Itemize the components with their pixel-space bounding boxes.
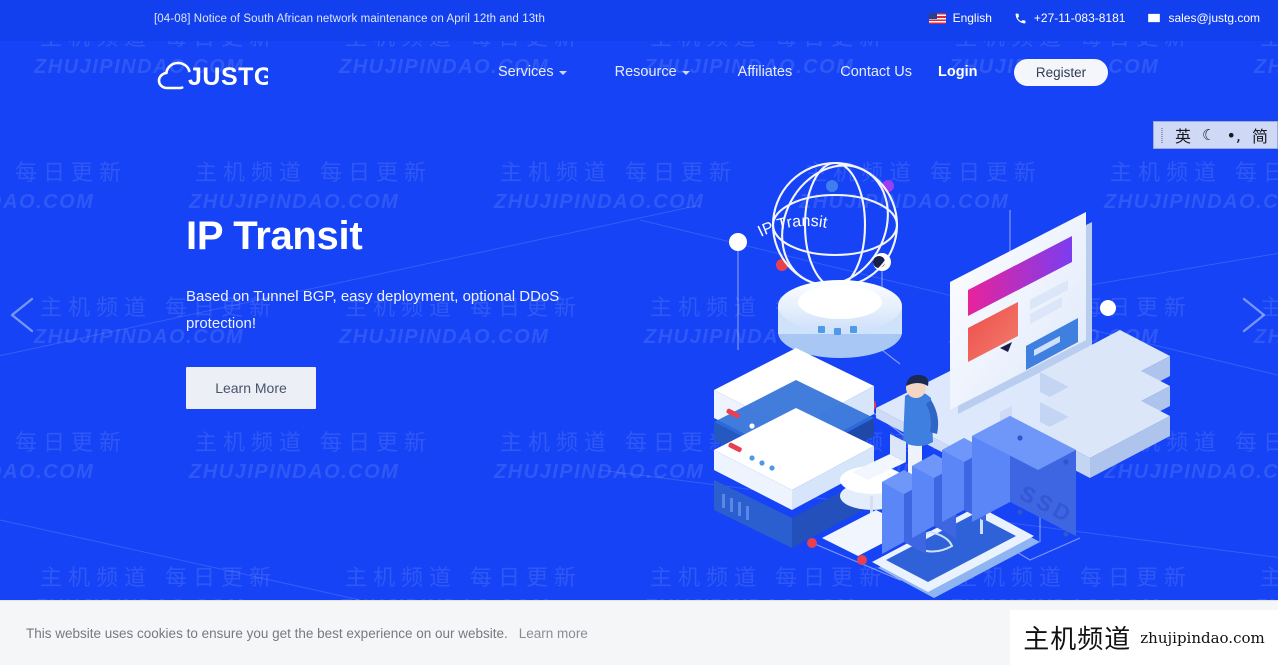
nav-item-affiliates[interactable]: Affiliates — [714, 64, 817, 80]
chevron-down-icon — [681, 71, 690, 75]
nav-menu: Services Resource Affiliates Contact Us — [498, 64, 936, 80]
nav-item-contact-us[interactable]: Contact Us — [816, 64, 936, 80]
watermark-en: ZHUJIPINDAO.COM — [0, 191, 95, 213]
phone-number: +27-11-083-8181 — [1033, 11, 1126, 25]
ime-script-button[interactable]: 简 — [1252, 123, 1268, 147]
watermark-en: ZHUJIPINDAO.COM — [494, 461, 705, 483]
ime-punctuation-button[interactable]: •, — [1226, 126, 1241, 145]
carousel-prev-button[interactable] — [2, 291, 48, 339]
phone-icon — [1014, 12, 1027, 25]
watermark-cn: 主机频道 每日更新 — [345, 566, 582, 591]
page-root: 主机频道 每日更新 ZHUJIPINDAO.COM 主机频道 每日更新 ZHUJIPI… — [0, 0, 1278, 665]
cloud-icon: JUSTG — [157, 61, 273, 91]
nav-item-resource[interactable]: Resource — [591, 64, 714, 80]
cookie-message: This website uses cookies to ensure you … — [26, 625, 508, 641]
email-contact[interactable]: sales@justg.com — [1147, 11, 1260, 25]
svg-text:JUSTG: JUSTG — [188, 63, 268, 91]
announcement-link[interactable]: [04-08] Notice of South African network … — [154, 13, 545, 25]
badge-en-text: zhujipindao.com — [1140, 628, 1265, 647]
watermark-cn: 主机频道 每日更新 — [0, 161, 127, 186]
watermark-en: ZHUJIPINDAO.COM — [189, 191, 400, 213]
main-navigation: JUSTG Services Resource Affiliates Conta… — [0, 41, 1278, 107]
hero-subtitle: Based on Tunnel BGP, easy deployment, op… — [186, 288, 560, 332]
svg-text:IP Transit: IP Transit — [755, 213, 829, 241]
moon-icon[interactable]: ☾ — [1202, 126, 1215, 144]
nav-label: Services — [498, 64, 554, 80]
watermark-en: ZHUJIPINDAO.COM — [189, 461, 400, 483]
announcement-bar: [04-08] Notice of South African network … — [0, 0, 1278, 41]
email-address: sales@justg.com — [1168, 11, 1260, 25]
language-selector[interactable]: English — [928, 11, 992, 25]
watermark-en: ZHUJIPINDAO.COM — [0, 461, 95, 483]
us-flag-icon — [928, 12, 946, 24]
watermark-cn: 主机频道 每日更新 — [195, 431, 432, 456]
nav-label: Affiliates — [737, 64, 793, 80]
ime-mode-button[interactable]: 英 — [1175, 123, 1191, 147]
carousel-next-button[interactable] — [1228, 291, 1274, 339]
hero-illustration: IP Transit SSD — [714, 161, 1170, 598]
hero-title: IP Transit — [186, 214, 363, 258]
ime-drag-handle[interactable] — [1160, 127, 1163, 143]
watermark-cn: 主机频道 每日更新 — [1260, 566, 1278, 591]
nav-label: Resource — [614, 64, 677, 80]
watermark-cn: 主机频道 每日更新 — [195, 161, 432, 186]
watermark-cn: 主机频道 每日更新 — [0, 431, 127, 456]
site-watermark-badge: 主机频道 zhujipindao.com — [1010, 610, 1278, 665]
chevron-right-icon — [1242, 297, 1266, 333]
topbar-contact-group: English +27-11-083-8181 sales@justg.com — [928, 11, 1260, 25]
language-label: English — [952, 11, 992, 25]
login-link[interactable]: Login — [938, 64, 977, 80]
nav-item-services[interactable]: Services — [498, 64, 591, 80]
phone-contact[interactable]: +27-11-083-8181 — [1014, 11, 1126, 25]
chevron-down-icon — [558, 71, 567, 75]
watermark-en: ZHUJIPINDAO.COM — [494, 191, 705, 213]
learn-more-button[interactable]: Learn More — [186, 367, 316, 410]
watermark-cn: 主机频道 每日更新 — [40, 566, 277, 591]
mail-icon — [1147, 11, 1161, 25]
badge-cn-text: 主机频道 — [1023, 625, 1132, 655]
chevron-left-icon — [10, 297, 34, 333]
nav-label: Contact Us — [840, 64, 912, 80]
cookie-learn-more-link[interactable]: Learn more — [519, 626, 588, 641]
ime-language-bar[interactable]: 英 ☾ •, 简 — [1152, 121, 1278, 149]
hero-content: IP Transit Based on Tunnel BGP, easy dep… — [186, 214, 616, 410]
site-logo[interactable]: JUSTG — [156, 54, 273, 94]
